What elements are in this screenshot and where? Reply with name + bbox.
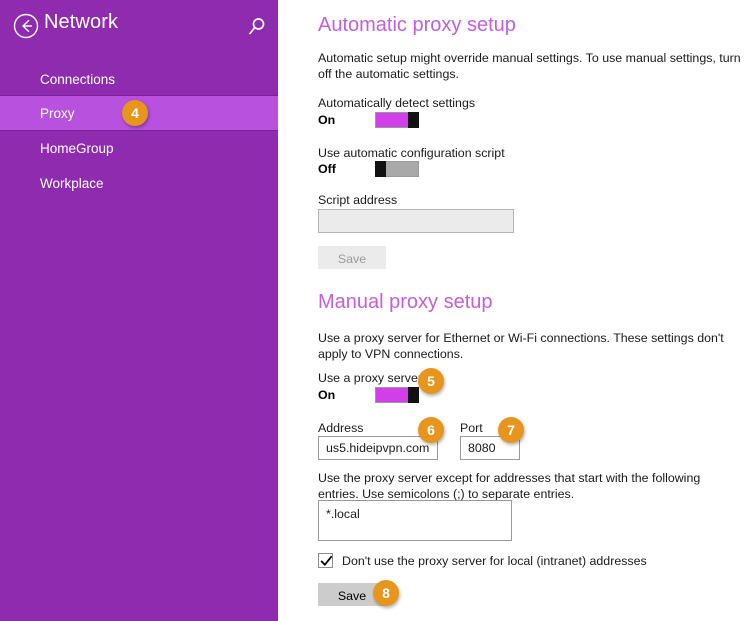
toggle-thumb: [375, 161, 386, 177]
detect-settings-label: Automatically detect settings: [318, 96, 476, 110]
automatic-proxy-heading: Automatic proxy setup: [318, 14, 516, 36]
sidebar-item-label: Proxy: [40, 105, 75, 121]
sidebar-item-label: HomeGroup: [40, 140, 114, 156]
step-badge-5: 5: [418, 368, 444, 394]
use-proxy-label: Use a proxy server: [318, 371, 422, 385]
toggle-thumb: [408, 387, 419, 403]
sidebar-item-label: Workplace: [40, 175, 104, 191]
settings-window: Network Connections Proxy HomeGroup Work…: [0, 0, 750, 621]
port-label: Port: [460, 421, 483, 435]
script-address-label: Script address: [318, 193, 398, 207]
config-script-state: Off: [318, 162, 336, 176]
main-content: Automatic proxy setup Automatic setup mi…: [278, 0, 750, 621]
detect-settings-toggle[interactable]: [375, 112, 419, 128]
manual-proxy-description: Use a proxy server for Ethernet or Wi-Fi…: [318, 331, 724, 361]
sidebar-item-homegroup[interactable]: HomeGroup: [0, 131, 278, 165]
manual-proxy-heading: Manual proxy setup: [318, 291, 493, 313]
config-script-label: Use automatic configuration script: [318, 146, 505, 160]
exceptions-description: Use the proxy server except for addresse…: [318, 471, 701, 501]
script-save-button[interactable]: Save: [318, 246, 386, 269]
back-arrow-circle-icon[interactable]: [13, 13, 39, 39]
local-addresses-checkbox[interactable]: [318, 553, 333, 568]
sidebar-header: Network: [0, 0, 278, 52]
sidebar: Network Connections Proxy HomeGroup Work…: [0, 0, 278, 621]
use-proxy-toggle[interactable]: [375, 387, 419, 403]
step-badge-7: 7: [498, 417, 524, 443]
sidebar-item-label: Connections: [40, 71, 116, 87]
search-icon[interactable]: [246, 16, 268, 38]
config-script-toggle[interactable]: [375, 161, 419, 177]
local-addresses-checkbox-row[interactable]: Don't use the proxy server for local (in…: [318, 553, 647, 568]
automatic-proxy-description: Automatic setup might override manual se…: [318, 51, 741, 81]
checkmark-icon: [320, 555, 333, 566]
page-title: Network: [44, 11, 119, 33]
local-addresses-checkbox-label: Don't use the proxy server for local (in…: [342, 553, 647, 568]
step-badge-4: 4: [122, 100, 148, 126]
address-label: Address: [318, 421, 364, 435]
script-address-input[interactable]: [318, 209, 514, 233]
exceptions-textarea[interactable]: [318, 500, 512, 541]
step-badge-8: 8: [373, 580, 399, 606]
sidebar-item-workplace[interactable]: Workplace: [0, 166, 278, 200]
step-badge-6: 6: [418, 417, 444, 443]
use-proxy-state: On: [318, 388, 336, 402]
address-input[interactable]: [318, 436, 438, 460]
toggle-thumb: [408, 112, 419, 128]
sidebar-item-connections[interactable]: Connections: [0, 62, 278, 96]
detect-settings-state: On: [318, 113, 336, 127]
